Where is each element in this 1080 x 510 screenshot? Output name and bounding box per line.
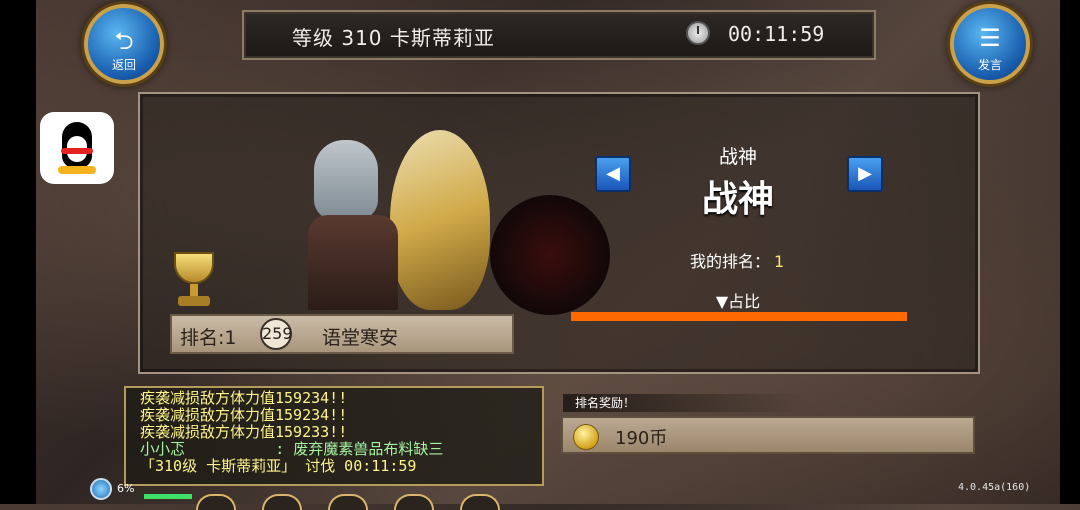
trophy-cup (174, 252, 214, 284)
my-rank: 我的排名： 1 (690, 248, 784, 272)
share-toggle[interactable]: ▼占比 (638, 288, 838, 312)
header-bar: 等级 310 卡斯蒂莉亚 00:11:59 (242, 10, 876, 60)
reward-amount: 190币 (615, 428, 668, 449)
skill-slot[interactable] (196, 494, 236, 510)
category-subtitle: 战神 (718, 146, 757, 168)
version-label: 4.0.45a(160) (958, 482, 1031, 493)
skill-slot[interactable] (394, 494, 434, 510)
exp-icon (90, 478, 112, 500)
left-black-bar (0, 0, 36, 504)
reward-label: 排名奖励！ (563, 394, 805, 412)
right-arrow-icon: ▶ (858, 163, 872, 184)
left-arrow-icon: ◀ (606, 163, 620, 184)
chat-label: 发言 (977, 58, 1002, 72)
right-black-bar (1060, 0, 1080, 504)
character-body (308, 215, 398, 310)
stopwatch-icon (686, 21, 710, 45)
player-rank-bar: 排名:1 259 语堂寒安 (170, 314, 514, 354)
chat-log[interactable]: 疾袭减损敌方体力值159234!! 疾袭减损敌方体力值159234!! 疾袭减损… (124, 386, 544, 486)
qq-penguin-scarf (61, 148, 93, 154)
back-label: 返回 (111, 58, 136, 72)
trophy-base (178, 296, 210, 306)
my-rank-label: 我的排名： (690, 252, 771, 271)
back-button[interactable]: ⮌ 返回 (84, 4, 164, 84)
chat-line: 疾袭减损敌方体力值159233!! (140, 423, 348, 441)
prev-category-button[interactable]: ◀ (595, 156, 631, 192)
trophy-icon (164, 248, 224, 308)
skill-slot[interactable] (460, 494, 500, 510)
character-wing (390, 130, 490, 310)
chat-button[interactable]: ☰ 发言 (950, 4, 1030, 84)
chat-line: 疾袭减损敌方体力值159234!! (140, 406, 348, 424)
player-level-badge: 259 (260, 318, 293, 350)
qq-penguin-feet (58, 166, 96, 174)
reward-box: 190币 (561, 416, 975, 454)
exp-percent: 6% (117, 482, 135, 495)
exp-bar (144, 494, 192, 499)
chat-line: 「310级 卡斯蒂莉亚」 讨伐 00:11:59 (140, 457, 417, 475)
share-progress-bar (571, 312, 907, 321)
character-head (314, 140, 378, 220)
player-name: 语堂寒安 (322, 327, 399, 349)
trophy-stem (190, 284, 198, 296)
boss-title: 等级 310 卡斯蒂莉亚 (292, 26, 495, 50)
shadow-creature (490, 195, 610, 315)
next-category-button[interactable]: ▶ (847, 156, 883, 192)
qq-icon[interactable] (40, 112, 114, 184)
player-rank: 排名:1 (180, 327, 237, 349)
battle-timer: 00:11:59 (728, 22, 825, 46)
chat-icon: ☰ (979, 24, 1001, 52)
skill-slot[interactable] (262, 494, 302, 510)
chat-line: 疾袭减损敌方体力值159234!! (140, 389, 348, 407)
category-title: 战神 (701, 179, 774, 220)
skill-slot[interactable] (328, 494, 368, 510)
my-rank-value: 1 (774, 252, 785, 271)
player-character (300, 130, 500, 310)
chat-line: 小小忑 : 废弃魔素兽品布料缺三 (140, 440, 444, 458)
coin-icon (573, 424, 599, 450)
